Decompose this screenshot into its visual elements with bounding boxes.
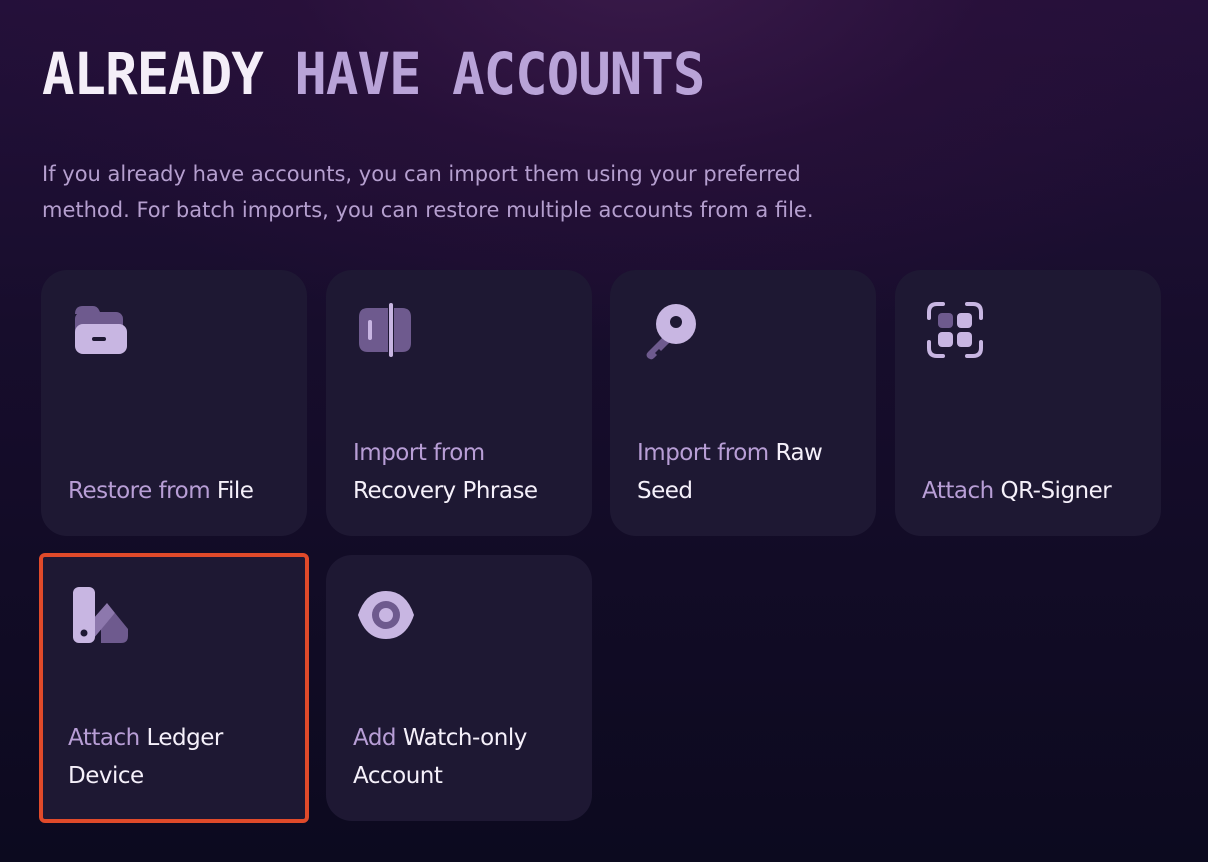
attach-qr-signer-button[interactable]: Attach QR-Signer [895, 270, 1161, 536]
key-icon [646, 304, 696, 360]
import-recovery-phrase-button[interactable]: Import from Recovery Phrase [326, 270, 592, 536]
attach-ledger-device-button[interactable]: Attach Ledger Device [39, 553, 309, 823]
add-watch-only-account-button[interactable]: Add Watch-only Account [326, 555, 592, 821]
attach-ledger-device-label: Attach Ledger Device [68, 725, 223, 789]
page-title-part1: ALREADY [42, 40, 295, 108]
page-description: If you already have accounts, you can im… [42, 162, 814, 222]
recovery-phrase-icon [359, 303, 411, 357]
folder-icon [75, 306, 127, 354]
page-title-part2: HAVE ACCOUNTS [294, 40, 705, 108]
restore-from-file-button[interactable]: Restore from File [41, 270, 307, 536]
import-raw-seed-button[interactable]: Import from Raw Seed [610, 270, 876, 536]
eye-icon [358, 591, 414, 639]
import-raw-seed-label: Import from Raw Seed [637, 440, 823, 504]
add-watch-only-account-label: Add Watch-only Account [353, 725, 527, 789]
page-title: ALREADY HAVE ACCOUNTS [42, 38, 705, 110]
qr-scan-icon [927, 302, 983, 358]
import-recovery-phrase-label: Import from Recovery Phrase [353, 440, 538, 504]
restore-from-file-label: Restore from File [68, 478, 254, 504]
ledger-icon [73, 587, 128, 643]
attach-qr-signer-label: Attach QR-Signer [922, 478, 1112, 504]
